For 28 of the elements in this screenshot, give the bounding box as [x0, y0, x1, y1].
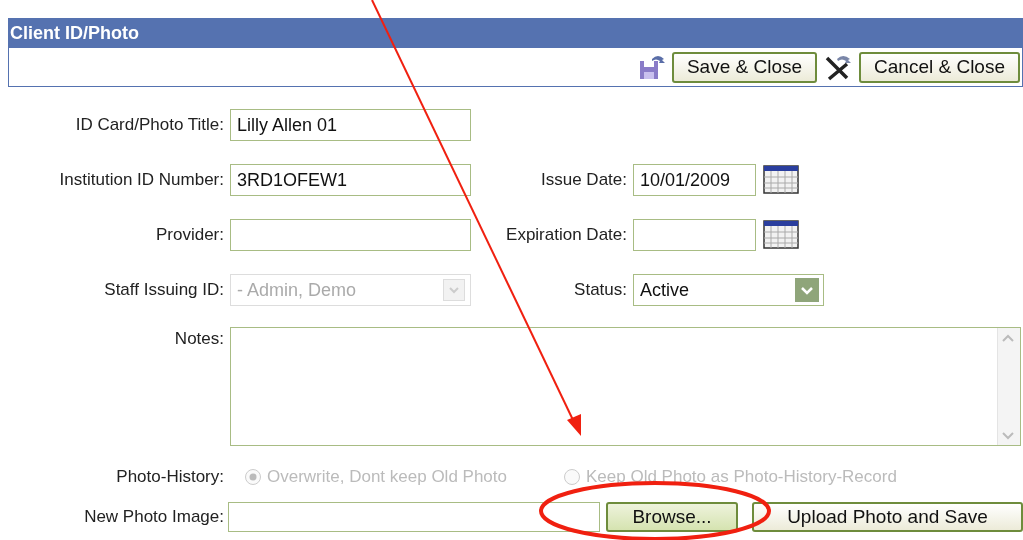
field-label: Institution ID Number:: [58, 169, 225, 190]
save-icon: [637, 53, 666, 81]
field-label: Issue Date:: [540, 169, 628, 190]
field-label: ID Card/Photo Title:: [74, 114, 225, 135]
notes-field[interactable]: [230, 327, 1021, 446]
file-field[interactable]: [228, 502, 600, 532]
date-field[interactable]: [633, 218, 756, 251]
calendar-icon[interactable]: [763, 164, 799, 195]
field-label: Expiration Date:: [505, 224, 628, 245]
field-label: Provider:: [154, 224, 225, 245]
calendar-icon[interactable]: [763, 219, 799, 250]
chevron-icon: [443, 278, 465, 301]
chevron-icon: [795, 277, 819, 302]
browse-button[interactable]: Browse...: [606, 502, 738, 532]
field-label: Photo-History:: [115, 467, 225, 487]
cancel-close-button[interactable]: Cancel & Close: [859, 51, 1020, 83]
text-field[interactable]: [230, 218, 471, 251]
field-label: Notes:: [173, 328, 225, 349]
field-label: Status:: [573, 279, 628, 300]
field-label: Staff Issuing ID:: [103, 279, 225, 300]
upload-button[interactable]: Upload Photo and Save: [752, 502, 1023, 532]
text-field[interactable]: Lilly Allen 01: [230, 108, 471, 141]
date-field[interactable]: 10/01/2009: [633, 163, 756, 196]
text-field[interactable]: 3RD1OFEW1: [230, 163, 471, 196]
dropdown[interactable]: Active: [633, 273, 824, 306]
window-title: Client ID/Photo: [9, 22, 140, 45]
field-label: New Photo Image:: [83, 507, 225, 527]
save-close-button[interactable]: Save & Close: [671, 51, 818, 83]
